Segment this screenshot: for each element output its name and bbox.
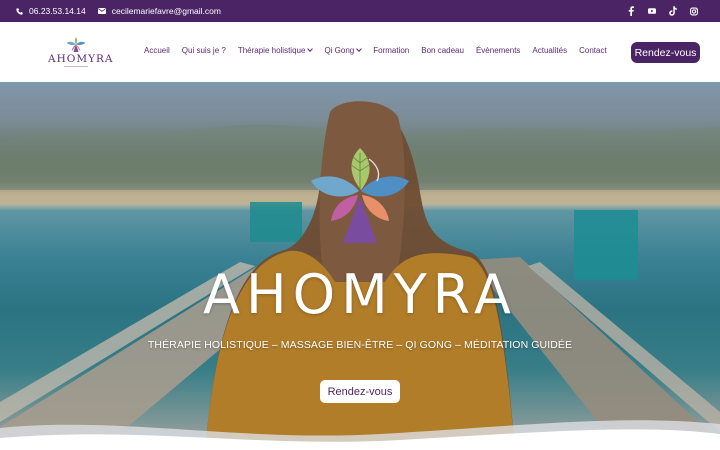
nav-qi-gong[interactable]: Qi Gong [324,46,363,55]
main-nav: Accueil Qui suis je ? Thérapie holistiqu… [144,46,607,55]
nav-label: Contact [579,46,607,55]
email-address: cecilemariefavre@gmail.com [111,6,221,16]
hero-section: AHOMYRA THÉRAPIE HOLISTIQUE – MASSAGE BI… [0,82,720,450]
nav-label: Accueil [144,46,170,55]
logo-text: AHOMYRA [48,53,114,65]
facebook-icon[interactable] [627,6,635,16]
instagram-icon[interactable] [690,6,698,16]
logo-lotus-icon [66,37,86,52]
nav-therapie-holistique[interactable]: Thérapie holistique [237,46,314,55]
email-icon [97,8,106,14]
phone-link[interactable]: 06.23.53.14.14 [16,6,86,16]
hero-subtitle: THÉRAPIE HOLISTIQUE – MASSAGE BIEN-ÊTRE … [147,339,573,351]
nav-label: Formation [373,46,410,55]
hero-lotus-emblem-icon [311,148,409,243]
top-bar: 06.23.53.14.14 cecilemariefavre@gmail.co… [0,0,720,22]
youtube-icon[interactable] [648,6,656,16]
hero-appointment-button[interactable]: Rendez-vous [320,380,400,403]
nav-label: Évènements [475,46,521,55]
site-logo[interactable]: AHOMYRA [48,36,114,72]
hero-title: AHOMYRA [203,263,517,326]
nav-label: Qi Gong [324,46,355,55]
hero-bottom-wave [0,420,720,450]
header-appointment-button[interactable]: Rendez-vous [631,42,700,63]
nav-evenements[interactable]: Évènements [476,46,520,55]
logo-underline [64,66,88,67]
phone-icon [16,7,23,15]
chevron-down-icon [356,46,363,52]
nav-actualites[interactable]: Actualités [532,46,567,55]
nav-contact[interactable]: Contact [579,46,607,55]
contact-info: 06.23.53.14.14 cecilemariefavre@gmail.co… [16,0,233,22]
nav-label: Actualités [532,46,568,55]
phone-number: 06.23.53.14.14 [29,6,86,16]
nav-bon-cadeau[interactable]: Bon cadeau [421,46,464,55]
site-header: AHOMYRA Accueil Qui suis je ? Thérapie h… [0,22,720,82]
nav-qui-suis-je[interactable]: Qui suis je ? [182,46,226,55]
nav-accueil[interactable]: Accueil [144,46,170,55]
nav-formation[interactable]: Formation [373,46,409,55]
nav-label: Bon cadeau [421,46,464,55]
tiktok-icon[interactable] [669,6,677,16]
social-links [627,6,698,16]
chevron-down-icon [307,46,314,52]
nav-label: Thérapie holistique [237,46,306,55]
email-link[interactable]: cecilemariefavre@gmail.com [97,6,221,16]
nav-label: Qui suis je ? [181,46,226,55]
